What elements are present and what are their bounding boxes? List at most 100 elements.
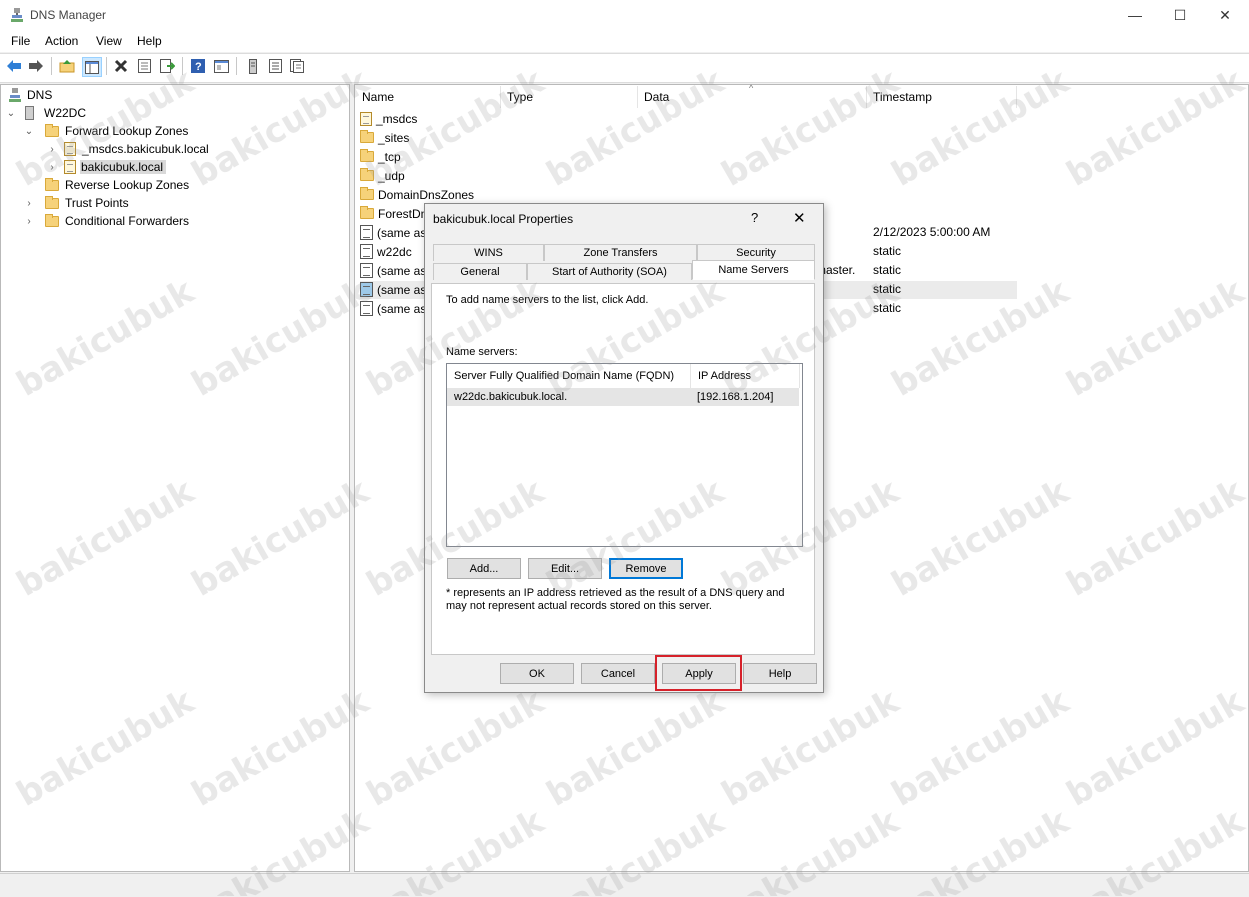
- svg-text:?: ?: [195, 61, 202, 73]
- status-bar: [0, 873, 1249, 897]
- table-row[interactable]: w22dc.bakicubuk.local. [192.168.1.204]: [447, 388, 799, 406]
- name-servers-list[interactable]: Server Fully Qualified Domain Name (FQDN…: [446, 363, 803, 547]
- ok-button[interactable]: OK: [500, 663, 574, 684]
- record-icon: [360, 282, 373, 297]
- column-header-timestamp[interactable]: Timestamp: [867, 86, 1017, 108]
- minimize-button[interactable]: —: [1112, 0, 1158, 30]
- forward-icon[interactable]: [27, 57, 45, 75]
- properties-icon[interactable]: [135, 57, 153, 75]
- close-window-button[interactable]: ✕: [1202, 0, 1248, 30]
- table-row[interactable]: DomainDnsZones: [360, 185, 1017, 204]
- tree-item-reverse-lookup-zones[interactable]: Reverse Lookup Zones: [23, 176, 189, 194]
- tab-wins[interactable]: WINS: [433, 244, 544, 261]
- record-icon: [360, 263, 373, 278]
- server-icon[interactable]: [244, 57, 262, 75]
- cancel-button[interactable]: Cancel: [581, 663, 655, 684]
- add-button[interactable]: Add...: [447, 558, 521, 579]
- column-header-name[interactable]: Name: [356, 86, 501, 108]
- back-icon[interactable]: [5, 57, 23, 75]
- sort-arrow-icon: ^: [749, 83, 754, 93]
- folder-icon: [360, 130, 374, 143]
- instruction-text: To add name servers to the list, click A…: [446, 294, 649, 306]
- dialog-close-button[interactable]: ✕: [793, 209, 806, 227]
- tree-pane: DNS ⌄ W22DC ⌄ Forward Lookup Zones › _ms…: [0, 84, 350, 872]
- tab-general[interactable]: General: [433, 263, 527, 280]
- help-button[interactable]: Help: [743, 663, 817, 684]
- record-name: w22dc: [377, 244, 412, 259]
- menu-action[interactable]: Action: [45, 34, 78, 48]
- table-row[interactable]: _udp: [360, 166, 1017, 185]
- menu-view[interactable]: View: [96, 34, 122, 48]
- record-timestamp: static: [873, 301, 902, 315]
- chevron-down-icon[interactable]: ⌄: [23, 126, 35, 137]
- record-name: (same as: [377, 282, 427, 297]
- tree-label: bakicubuk.local: [80, 160, 167, 174]
- record-icon: [360, 225, 373, 240]
- tree-label: W22DC: [44, 106, 87, 120]
- name-servers-label: Name servers:: [446, 346, 518, 358]
- record-name: _tcp: [378, 149, 401, 164]
- tree-item-trust-points[interactable]: › Trust Points: [23, 194, 129, 212]
- tree-item-bakicubuk-zone[interactable]: › bakicubuk.local: [46, 158, 167, 176]
- table-row[interactable]: _msdcs: [360, 109, 1017, 128]
- record-name: _udp: [378, 168, 405, 183]
- record-name: ForestDn: [378, 206, 428, 221]
- help-icon[interactable]: ?: [189, 57, 207, 75]
- edit-button[interactable]: Edit...: [528, 558, 602, 579]
- record-name: (same as: [377, 263, 427, 278]
- record-icon: [360, 301, 373, 316]
- maximize-button[interactable]: ☐: [1157, 0, 1203, 30]
- export-icon[interactable]: [158, 57, 176, 75]
- column-header-fqdn[interactable]: Server Fully Qualified Domain Name (FQDN…: [447, 364, 691, 388]
- chevron-right-icon[interactable]: ›: [23, 198, 35, 209]
- column-header-type[interactable]: Type: [501, 86, 638, 108]
- toolbar-separator: [51, 57, 52, 75]
- zone-icon[interactable]: [288, 57, 306, 75]
- menu-help[interactable]: Help: [137, 34, 162, 48]
- tab-soa[interactable]: Start of Authority (SOA): [527, 263, 692, 280]
- record-name: _msdcs: [376, 111, 418, 126]
- menu-file[interactable]: File: [11, 34, 30, 48]
- dialog-help-button[interactable]: ?: [751, 210, 758, 225]
- tab-zone-transfers[interactable]: Zone Transfers: [544, 244, 697, 261]
- remove-button[interactable]: Remove: [609, 558, 683, 579]
- chevron-right-icon[interactable]: ›: [46, 144, 58, 155]
- show-hide-tree-icon[interactable]: [82, 57, 102, 77]
- toolbar-separator: [106, 57, 107, 75]
- delete-icon[interactable]: [112, 57, 130, 75]
- tab-name-servers[interactable]: Name Servers: [692, 260, 815, 280]
- record-timestamp: static: [873, 244, 902, 258]
- record-name: _sites: [378, 130, 410, 145]
- zone-file-icon: [64, 142, 76, 156]
- tree-item-dns[interactable]: DNS: [9, 86, 52, 104]
- chevron-right-icon[interactable]: ›: [46, 162, 58, 173]
- record-timestamp: static: [873, 263, 902, 277]
- chevron-right-icon[interactable]: ›: [23, 216, 35, 227]
- folder-icon: [45, 123, 59, 137]
- folder-icon: [360, 187, 374, 200]
- dns-app-icon: [11, 8, 23, 22]
- console-icon[interactable]: [212, 57, 230, 75]
- table-row[interactable]: _tcp: [360, 147, 1017, 166]
- up-folder-icon[interactable]: [58, 57, 76, 75]
- folder-icon: [45, 213, 59, 227]
- title-bar: DNS Manager — ☐ ✕: [0, 0, 1249, 30]
- list-icon[interactable]: [266, 57, 284, 75]
- column-header-ip-address[interactable]: IP Address: [691, 364, 800, 388]
- tree-label: Reverse Lookup Zones: [65, 178, 190, 192]
- name-servers-tab-page: To add name servers to the list, click A…: [431, 283, 815, 655]
- tab-security[interactable]: Security: [697, 244, 815, 261]
- tree-item-forward-lookup-zones[interactable]: ⌄ Forward Lookup Zones: [23, 122, 188, 140]
- server-icon: [25, 106, 34, 120]
- table-row[interactable]: _sites: [360, 128, 1017, 147]
- server-ip: [192.168.1.204]: [697, 391, 774, 403]
- tree-item-server[interactable]: ⌄ W22DC: [5, 104, 86, 122]
- apply-highlight-box: [655, 655, 742, 691]
- tree-label: _msdcs.bakicubuk.local: [82, 142, 209, 156]
- chevron-down-icon[interactable]: ⌄: [5, 108, 17, 119]
- dialog-title: bakicubuk.local Properties: [433, 212, 574, 226]
- tree-item-msdcs-zone[interactable]: › _msdcs.bakicubuk.local: [46, 140, 209, 158]
- record-name: DomainDnsZones: [378, 187, 475, 202]
- folder-icon: [360, 149, 374, 162]
- tree-item-conditional-forwarders[interactable]: › Conditional Forwarders: [23, 212, 189, 230]
